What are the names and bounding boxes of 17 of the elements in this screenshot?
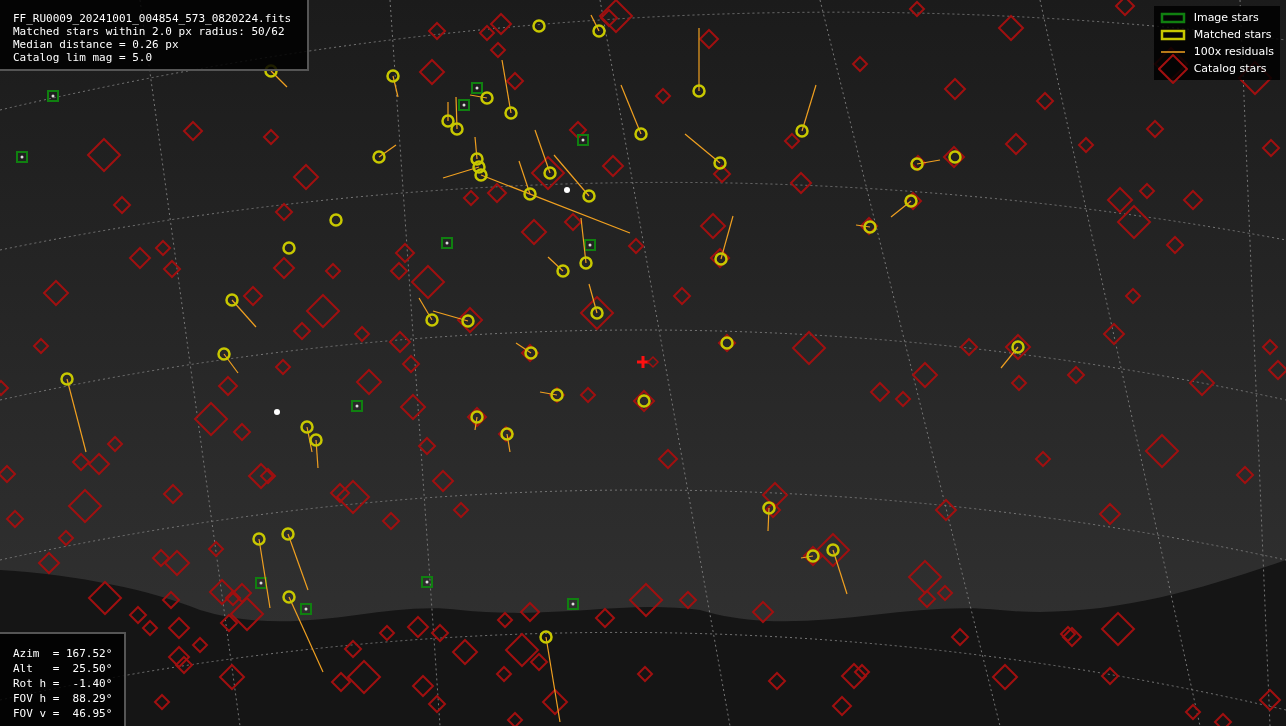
legend-label: Image stars	[1193, 11, 1259, 24]
legend-line-icon	[1159, 49, 1186, 54]
pointing-text: Alt = 25.50°	[13, 661, 111, 676]
legend-diamond-icon	[1157, 53, 1188, 84]
info-text: Matched stars within 2.0 px radius: 50/62	[13, 25, 286, 38]
pointing-text: FOV v = 46.95°	[13, 706, 111, 721]
info-text: Median distance = 0.26 px	[13, 38, 180, 51]
pointing-text: Azim = 167.52°	[13, 646, 111, 661]
info-text: Catalog lim mag = 5.0	[13, 51, 154, 64]
legend-square-icon	[1159, 11, 1186, 24]
legend-label: Matched stars	[1193, 28, 1272, 41]
pointing-text: Rot h = -1.40°	[13, 676, 111, 691]
legend-label: 100x residuals	[1193, 45, 1274, 58]
pointing-text: FOV h = 88.29°	[13, 691, 111, 706]
info-text: FF_RU0009_20241001_004854_573_0820224.fits	[13, 12, 293, 25]
legend-square-icon	[1159, 28, 1186, 41]
legend-label: Catalog stars	[1193, 62, 1267, 75]
